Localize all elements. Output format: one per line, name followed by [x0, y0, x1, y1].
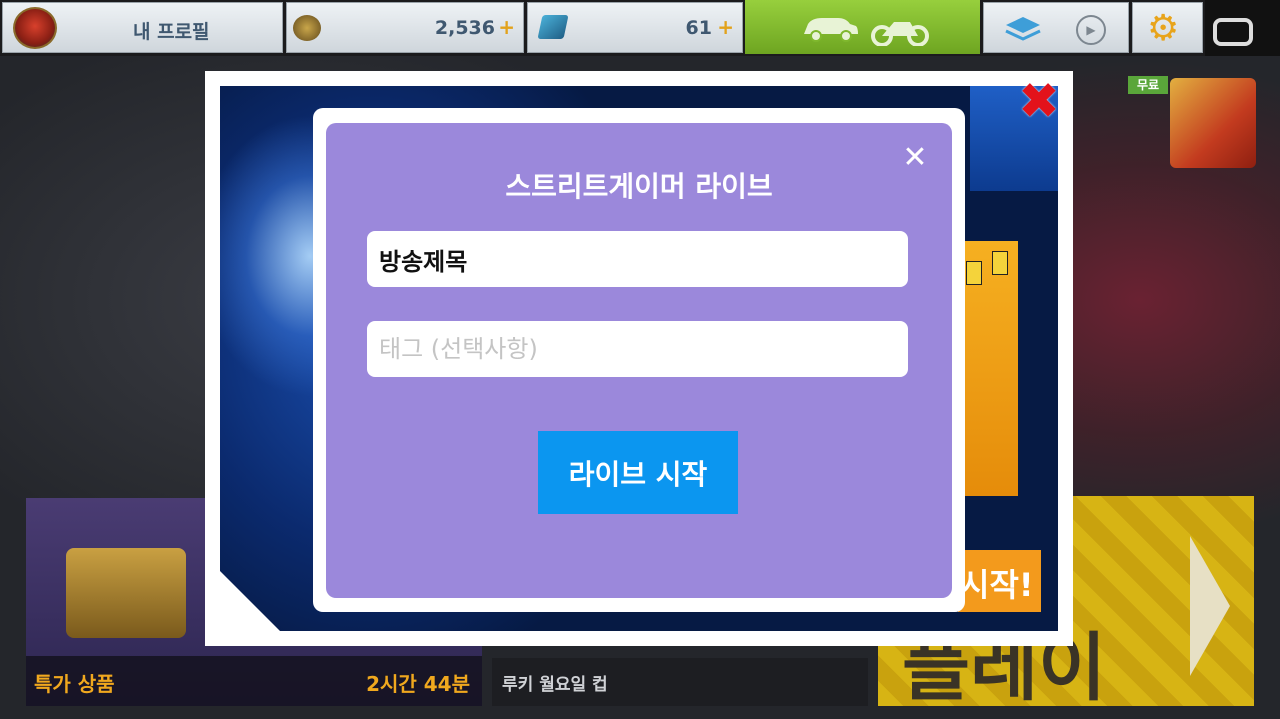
profile-button[interactable]: 내 프로필 [2, 2, 283, 53]
layers-icon[interactable] [1004, 13, 1042, 43]
free-badge: 무료 [1128, 76, 1168, 94]
profile-label: 내 프로필 [133, 21, 210, 43]
top-bar: 내 프로필 2,536 + 61 + ▶ ⚙ [0, 0, 1280, 56]
gameloft-logo-icon[interactable] [1205, 0, 1280, 56]
broadcast-title-input[interactable] [367, 231, 908, 287]
special-offer-timer: 2시간 44분 [366, 672, 470, 696]
video-play-icon[interactable]: ▶ [1076, 15, 1106, 45]
tags-input[interactable] [367, 321, 908, 377]
arrow-right-icon [1190, 536, 1230, 676]
free-chest-icon[interactable] [1170, 78, 1256, 168]
car-icon [800, 12, 860, 49]
coin-icon [293, 15, 321, 41]
tokens-value: 61 [685, 17, 712, 39]
tokens-add-button[interactable]: + [717, 15, 734, 39]
live-dialog-title: 스트리트게이머 라이브 [505, 170, 773, 203]
cash-counter[interactable]: 2,536 + [286, 2, 524, 53]
special-offer-label: 특가 상품 [34, 672, 115, 696]
garage-button[interactable] [745, 0, 980, 54]
tokens-counter[interactable]: 61 + [527, 2, 743, 53]
special-offer-footer: 특가 상품 2시간 44분 [26, 656, 482, 706]
cash-add-button[interactable]: + [498, 15, 515, 39]
live-dialog: 스트리트게이머 라이브 ✕ 라이브 시작 [313, 108, 965, 612]
chest-icon [66, 548, 186, 638]
event-close-icon[interactable]: ✖ [1017, 76, 1061, 126]
ferrari-cards [960, 241, 1018, 496]
profile-emblem-icon [13, 7, 57, 49]
gear-icon: ⚙ [1147, 8, 1180, 49]
token-icon [537, 15, 569, 39]
settings-button[interactable]: ⚙ [1132, 2, 1203, 53]
start-live-button[interactable]: 라이브 시작 [538, 431, 738, 514]
close-icon[interactable]: ✕ [902, 143, 928, 173]
motorcycle-icon [870, 12, 930, 53]
rookie-cup-tile[interactable]: 루키 월요일 컵 [492, 658, 868, 706]
cash-value: 2,536 [434, 17, 495, 39]
media-cell[interactable]: ▶ [983, 2, 1129, 53]
live-dialog-panel: 스트리트게이머 라이브 ✕ 라이브 시작 [326, 123, 952, 598]
event-start-badge[interactable]: 시작! [958, 550, 1041, 612]
rookie-cup-label: 루키 월요일 컵 [502, 675, 608, 695]
